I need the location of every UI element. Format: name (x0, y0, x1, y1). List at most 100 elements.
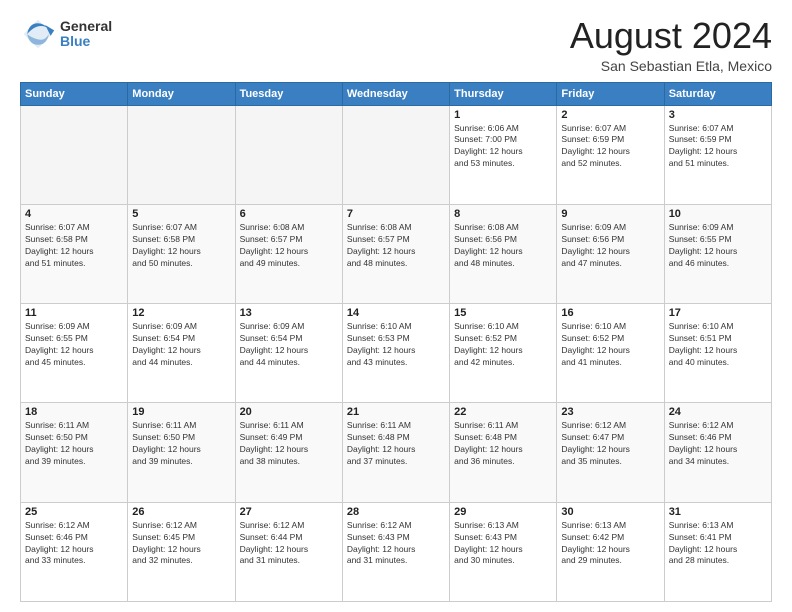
day-number: 11 (25, 307, 123, 319)
logo-general: General (60, 19, 112, 34)
day-number: 30 (561, 506, 659, 518)
day-of-week-header: Thursday (450, 82, 557, 105)
calendar-cell: 18 Sunrise: 6:11 AM Sunset: 6:50 PM Dayli… (21, 403, 128, 502)
day-info: Sunrise: 6:08 AM Sunset: 6:56 PM Dayligh… (454, 222, 552, 270)
calendar-week-row: 4 Sunrise: 6:07 AM Sunset: 6:58 PM Daylig… (21, 204, 772, 303)
logo-icon (20, 16, 56, 52)
calendar-cell: 19Sunrise: 6:11 AM Sunset: 6:50 PM Dayli… (128, 403, 235, 502)
calendar-cell: 29 Sunrise: 6:13 AM Sunset: 6:43 PM Dayli… (450, 502, 557, 601)
day-number: 7 (347, 208, 445, 220)
logo-text: General Blue (60, 19, 112, 50)
day-of-week-header: Tuesday (235, 82, 342, 105)
day-number: 10 (669, 208, 767, 220)
calendar-cell: 9 Sunrise: 6:09 AM Sunset: 6:56 PM Daylig… (557, 204, 664, 303)
day-info: Sunrise: 6:07 AM Sunset: 6:59 PM Dayligh… (561, 123, 659, 171)
day-of-week-header: Saturday (664, 82, 771, 105)
calendar-cell: 27 Sunrise: 6:12 AM Sunset: 6:44 PM Dayli… (235, 502, 342, 601)
day-info: Sunrise: 6:09 AM Sunset: 6:56 PM Dayligh… (561, 222, 659, 270)
logo: General Blue (20, 16, 112, 52)
day-info: Sunrise: 6:11 AM Sunset: 6:50 PM Dayligh… (25, 420, 123, 468)
day-info: Sunrise: 6:13 AM Sunset: 6:42 PM Dayligh… (561, 520, 659, 568)
day-info: Sunrise: 6:09 AM Sunset: 6:54 PM Dayligh… (240, 321, 338, 369)
page: General Blue August 2024 San Sebastian E… (0, 0, 792, 612)
day-number: 26 (132, 506, 230, 518)
calendar-cell: 15 Sunrise: 6:10 AM Sunset: 6:52 PM Dayli… (450, 304, 557, 403)
day-number: 12 (132, 307, 230, 319)
calendar-cell: 11 Sunrise: 6:09 AM Sunset: 6:55 PM Dayli… (21, 304, 128, 403)
day-info: Sunrise: 6:09 AM Sunset: 6:55 PM Dayligh… (25, 321, 123, 369)
calendar-cell: 1 Sunrise: 6:06 AM Sunset: 7:00 PM Daylig… (450, 105, 557, 204)
calendar-cell: 20 Sunrise: 6:11 AM Sunset: 6:49 PM Dayli… (235, 403, 342, 502)
day-number: 18 (25, 406, 123, 418)
calendar-cell: 23 Sunrise: 6:12 AM Sunset: 6:47 PM Dayli… (557, 403, 664, 502)
calendar-cell (235, 105, 342, 204)
logo-blue: Blue (60, 34, 112, 49)
calendar-cell: 28Sunrise: 6:12 AM Sunset: 6:43 PM Dayli… (342, 502, 449, 601)
calendar-week-row: 11 Sunrise: 6:09 AM Sunset: 6:55 PM Dayli… (21, 304, 772, 403)
calendar-cell: 2 Sunrise: 6:07 AM Sunset: 6:59 PM Daylig… (557, 105, 664, 204)
day-info: Sunrise: 6:07 AM Sunset: 6:59 PM Dayligh… (669, 123, 767, 171)
day-info: Sunrise: 6:12 AM Sunset: 6:47 PM Dayligh… (561, 420, 659, 468)
calendar-cell (342, 105, 449, 204)
day-number: 8 (454, 208, 552, 220)
day-number: 31 (669, 506, 767, 518)
day-of-week-header: Friday (557, 82, 664, 105)
day-info: Sunrise: 6:12 AM Sunset: 6:46 PM Dayligh… (25, 520, 123, 568)
day-number: 25 (25, 506, 123, 518)
day-info: Sunrise: 6:13 AM Sunset: 6:41 PM Dayligh… (669, 520, 767, 568)
calendar-cell: 6Sunrise: 6:08 AM Sunset: 6:57 PM Daylig… (235, 204, 342, 303)
calendar-cell: 16Sunrise: 6:10 AM Sunset: 6:52 PM Dayli… (557, 304, 664, 403)
day-number: 1 (454, 109, 552, 121)
day-info: Sunrise: 6:10 AM Sunset: 6:51 PM Dayligh… (669, 321, 767, 369)
day-number: 5 (132, 208, 230, 220)
day-number: 13 (240, 307, 338, 319)
day-info: Sunrise: 6:07 AM Sunset: 6:58 PM Dayligh… (132, 222, 230, 270)
day-info: Sunrise: 6:08 AM Sunset: 6:57 PM Dayligh… (347, 222, 445, 270)
day-number: 16 (561, 307, 659, 319)
day-info: Sunrise: 6:09 AM Sunset: 6:54 PM Dayligh… (132, 321, 230, 369)
day-info: Sunrise: 6:08 AM Sunset: 6:57 PM Dayligh… (240, 222, 338, 270)
day-of-week-header: Sunday (21, 82, 128, 105)
day-info: Sunrise: 6:07 AM Sunset: 6:58 PM Dayligh… (25, 222, 123, 270)
calendar-cell: 14Sunrise: 6:10 AM Sunset: 6:53 PM Dayli… (342, 304, 449, 403)
calendar-cell (21, 105, 128, 204)
day-info: Sunrise: 6:12 AM Sunset: 6:45 PM Dayligh… (132, 520, 230, 568)
day-number: 29 (454, 506, 552, 518)
day-number: 4 (25, 208, 123, 220)
day-number: 2 (561, 109, 659, 121)
day-number: 17 (669, 307, 767, 319)
month-title: August 2024 (570, 16, 772, 56)
calendar-cell (128, 105, 235, 204)
day-info: Sunrise: 6:10 AM Sunset: 6:52 PM Dayligh… (454, 321, 552, 369)
title-block: August 2024 San Sebastian Etla, Mexico (570, 16, 772, 74)
calendar-cell: 7 Sunrise: 6:08 AM Sunset: 6:57 PM Daylig… (342, 204, 449, 303)
calendar-cell: 12 Sunrise: 6:09 AM Sunset: 6:54 PM Dayli… (128, 304, 235, 403)
day-info: Sunrise: 6:12 AM Sunset: 6:44 PM Dayligh… (240, 520, 338, 568)
day-number: 15 (454, 307, 552, 319)
day-info: Sunrise: 6:11 AM Sunset: 6:49 PM Dayligh… (240, 420, 338, 468)
day-number: 9 (561, 208, 659, 220)
day-number: 21 (347, 406, 445, 418)
day-info: Sunrise: 6:11 AM Sunset: 6:50 PM Dayligh… (132, 420, 230, 468)
day-number: 27 (240, 506, 338, 518)
calendar-cell: 22 Sunrise: 6:11 AM Sunset: 6:48 PM Dayli… (450, 403, 557, 502)
day-info: Sunrise: 6:10 AM Sunset: 6:53 PM Dayligh… (347, 321, 445, 369)
day-info: Sunrise: 6:12 AM Sunset: 6:46 PM Dayligh… (669, 420, 767, 468)
day-number: 23 (561, 406, 659, 418)
day-number: 22 (454, 406, 552, 418)
day-info: Sunrise: 6:11 AM Sunset: 6:48 PM Dayligh… (454, 420, 552, 468)
calendar-table: SundayMondayTuesdayWednesdayThursdayFrid… (20, 82, 772, 602)
day-of-week-header: Monday (128, 82, 235, 105)
day-info: Sunrise: 6:11 AM Sunset: 6:48 PM Dayligh… (347, 420, 445, 468)
calendar-cell: 26 Sunrise: 6:12 AM Sunset: 6:45 PM Dayli… (128, 502, 235, 601)
calendar-cell: 25 Sunrise: 6:12 AM Sunset: 6:46 PM Dayli… (21, 502, 128, 601)
calendar-week-row: 18 Sunrise: 6:11 AM Sunset: 6:50 PM Dayli… (21, 403, 772, 502)
calendar-cell: 31 Sunrise: 6:13 AM Sunset: 6:41 PM Dayli… (664, 502, 771, 601)
day-number: 20 (240, 406, 338, 418)
day-info: Sunrise: 6:09 AM Sunset: 6:55 PM Dayligh… (669, 222, 767, 270)
calendar-cell: 3Sunrise: 6:07 AM Sunset: 6:59 PM Daylig… (664, 105, 771, 204)
day-info: Sunrise: 6:13 AM Sunset: 6:43 PM Dayligh… (454, 520, 552, 568)
calendar-week-row: 1 Sunrise: 6:06 AM Sunset: 7:00 PM Daylig… (21, 105, 772, 204)
day-info: Sunrise: 6:06 AM Sunset: 7:00 PM Dayligh… (454, 123, 552, 171)
day-info: Sunrise: 6:12 AM Sunset: 6:43 PM Dayligh… (347, 520, 445, 568)
